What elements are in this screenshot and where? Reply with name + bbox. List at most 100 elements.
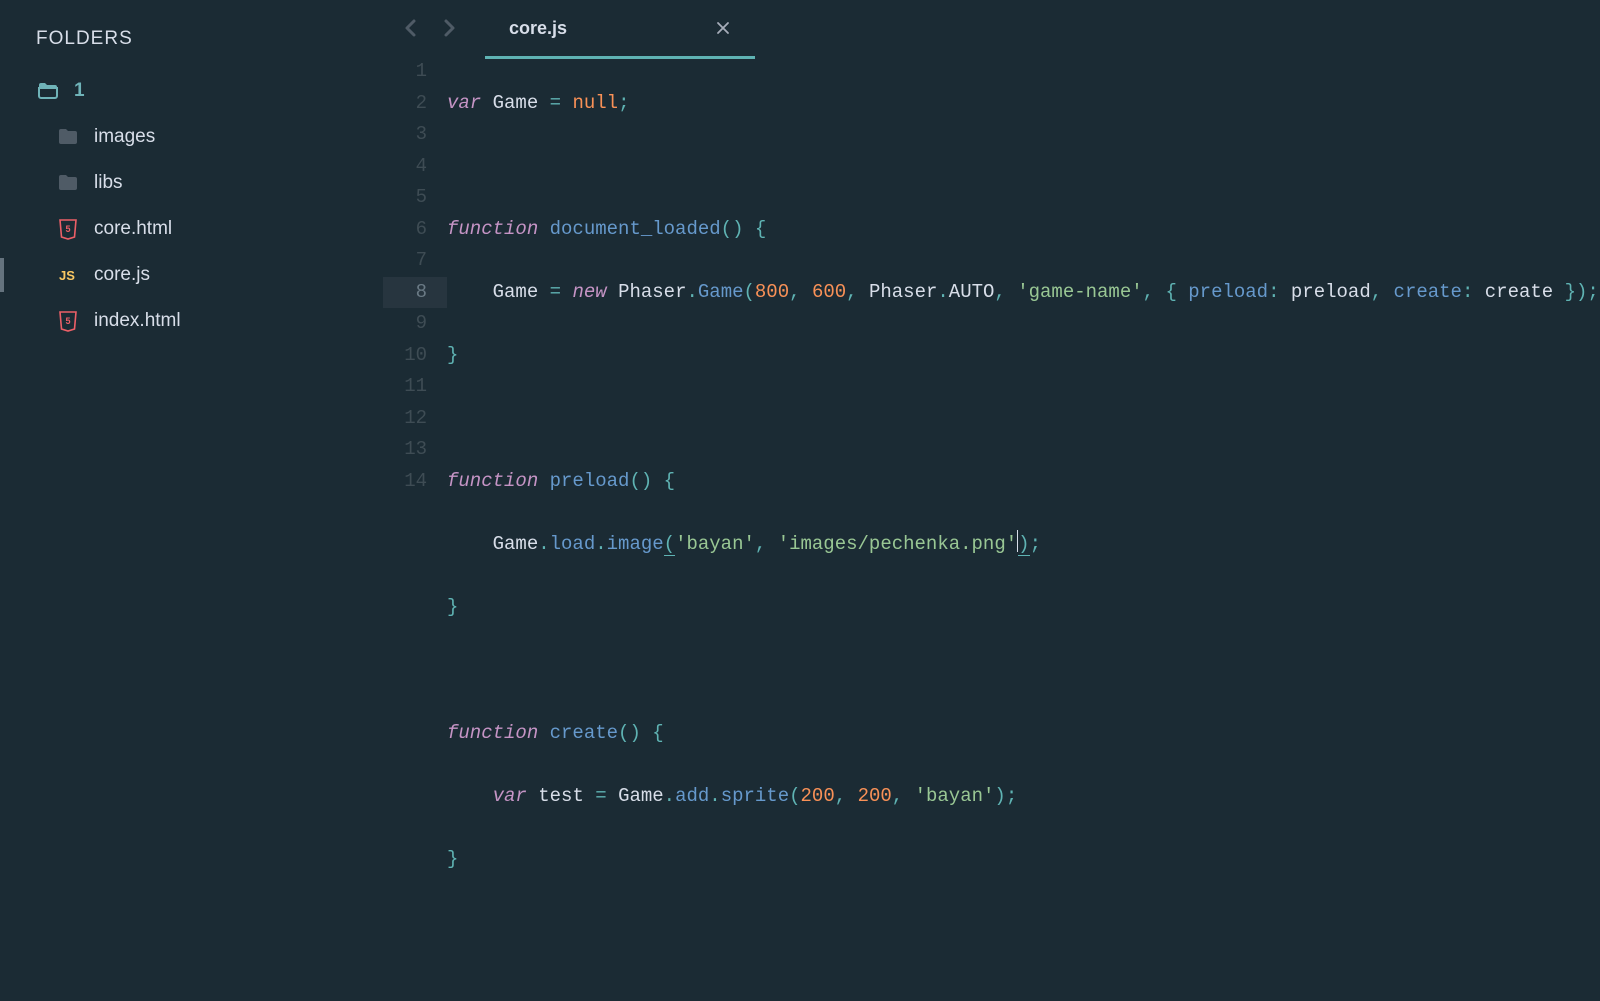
- keyword: new: [572, 281, 606, 303]
- string: 'bayan': [915, 785, 995, 807]
- comma: ,: [755, 533, 778, 555]
- key: preload: [1188, 281, 1268, 303]
- caret: [1017, 530, 1018, 552]
- tab-bar: core.js: [383, 0, 1600, 56]
- html-file-icon: 5: [56, 309, 80, 333]
- keyword: function: [447, 722, 538, 744]
- number: 600: [812, 281, 846, 303]
- operator: ;: [618, 92, 629, 114]
- sidebar-item-images[interactable]: images: [0, 114, 383, 160]
- comma: ,: [1143, 281, 1166, 303]
- tab-label: core.js: [509, 18, 567, 39]
- semicolon: ;: [1006, 785, 1017, 807]
- number: 200: [801, 785, 835, 807]
- gutter: 1234567 8 91011121314: [383, 56, 447, 1001]
- sidebar: FOLDERS 1 images libs 5 core.html JS cor…: [0, 0, 383, 568]
- method: sprite: [721, 785, 789, 807]
- property: load: [550, 533, 596, 555]
- sidebar-root-label: 1: [74, 80, 85, 102]
- sidebar-root-folder[interactable]: 1: [0, 68, 383, 114]
- operator: .: [664, 785, 675, 807]
- indent: [447, 281, 493, 303]
- string: 'game-name': [1017, 281, 1142, 303]
- operator: .: [595, 533, 606, 555]
- literal: null: [572, 92, 618, 114]
- semicolon: ;: [1587, 281, 1598, 303]
- paren: ): [994, 785, 1005, 807]
- comma: ,: [789, 281, 812, 303]
- close-icon[interactable]: [715, 20, 731, 36]
- operator: .: [937, 281, 948, 303]
- identifier: preload: [1291, 281, 1371, 303]
- paren: (: [744, 281, 755, 303]
- brace: }: [447, 596, 458, 618]
- svg-text:5: 5: [65, 316, 70, 326]
- comma: ,: [1371, 281, 1394, 303]
- comma: ,: [846, 281, 869, 303]
- keyword: function: [447, 470, 538, 492]
- keyword: function: [447, 218, 538, 240]
- method: Game: [698, 281, 744, 303]
- nav-forward-icon[interactable]: [437, 16, 461, 40]
- code-content[interactable]: var Game = null; function document_loade…: [447, 56, 1599, 1001]
- sidebar-item-index-html[interactable]: 5 index.html: [0, 298, 383, 344]
- identifier: Game: [618, 785, 664, 807]
- operator: =: [538, 281, 572, 303]
- svg-text:5: 5: [65, 224, 70, 234]
- folder-icon: [56, 171, 80, 195]
- brace: }: [447, 848, 458, 870]
- brace: {: [641, 722, 664, 744]
- brace: }: [447, 344, 458, 366]
- paren: (: [629, 470, 640, 492]
- identifier: Phaser: [869, 281, 937, 303]
- function-name: preload: [550, 470, 630, 492]
- html-file-icon: 5: [56, 217, 80, 241]
- sidebar-item-label: images: [94, 126, 155, 148]
- operator: .: [538, 533, 549, 555]
- identifier: create: [1485, 281, 1553, 303]
- folder-open-icon: [36, 79, 60, 103]
- sidebar-item-label: core.js: [94, 264, 150, 286]
- paren: (: [618, 722, 629, 744]
- property: AUTO: [949, 281, 995, 303]
- comma: ,: [892, 785, 915, 807]
- paren: ): [629, 722, 640, 744]
- colon: :: [1462, 281, 1485, 303]
- code-area[interactable]: 1234567 8 91011121314 var Game = null; f…: [383, 56, 1600, 1001]
- function-name: document_loaded: [550, 218, 721, 240]
- sidebar-item-core-js[interactable]: JS core.js: [0, 252, 383, 298]
- svg-text:JS: JS: [59, 268, 75, 283]
- identifier: test: [538, 785, 584, 807]
- property: add: [675, 785, 709, 807]
- tab-core-js[interactable]: core.js: [485, 0, 755, 56]
- identifier: Game: [493, 533, 539, 555]
- sidebar-item-label: libs: [94, 172, 123, 194]
- number: 200: [858, 785, 892, 807]
- operator: .: [709, 785, 720, 807]
- paren: ): [641, 470, 652, 492]
- indent: [447, 533, 493, 555]
- keyword: var: [493, 785, 527, 807]
- operator: .: [686, 281, 697, 303]
- identifier: Game: [493, 281, 539, 303]
- paren: ): [1018, 533, 1029, 556]
- comma: ,: [994, 281, 1017, 303]
- sidebar-item-libs[interactable]: libs: [0, 160, 383, 206]
- keyword: var: [447, 92, 481, 114]
- operator: =: [584, 785, 618, 807]
- method: image: [607, 533, 664, 555]
- identifier: Phaser: [618, 281, 686, 303]
- semicolon: ;: [1030, 533, 1041, 555]
- brace: {: [743, 218, 766, 240]
- sidebar-item-label: core.html: [94, 218, 172, 240]
- function-name: create: [550, 722, 618, 744]
- editor-pane: core.js 1234567 8 91011121314 var Game =…: [383, 0, 1600, 568]
- key: create: [1394, 281, 1462, 303]
- paren: (: [664, 533, 675, 556]
- nav-back-icon[interactable]: [399, 16, 423, 40]
- sidebar-item-core-html[interactable]: 5 core.html: [0, 206, 383, 252]
- paren: ): [732, 218, 743, 240]
- string: 'images/pechenka.png': [778, 533, 1017, 555]
- number: 800: [755, 281, 789, 303]
- paren: ): [1576, 281, 1587, 303]
